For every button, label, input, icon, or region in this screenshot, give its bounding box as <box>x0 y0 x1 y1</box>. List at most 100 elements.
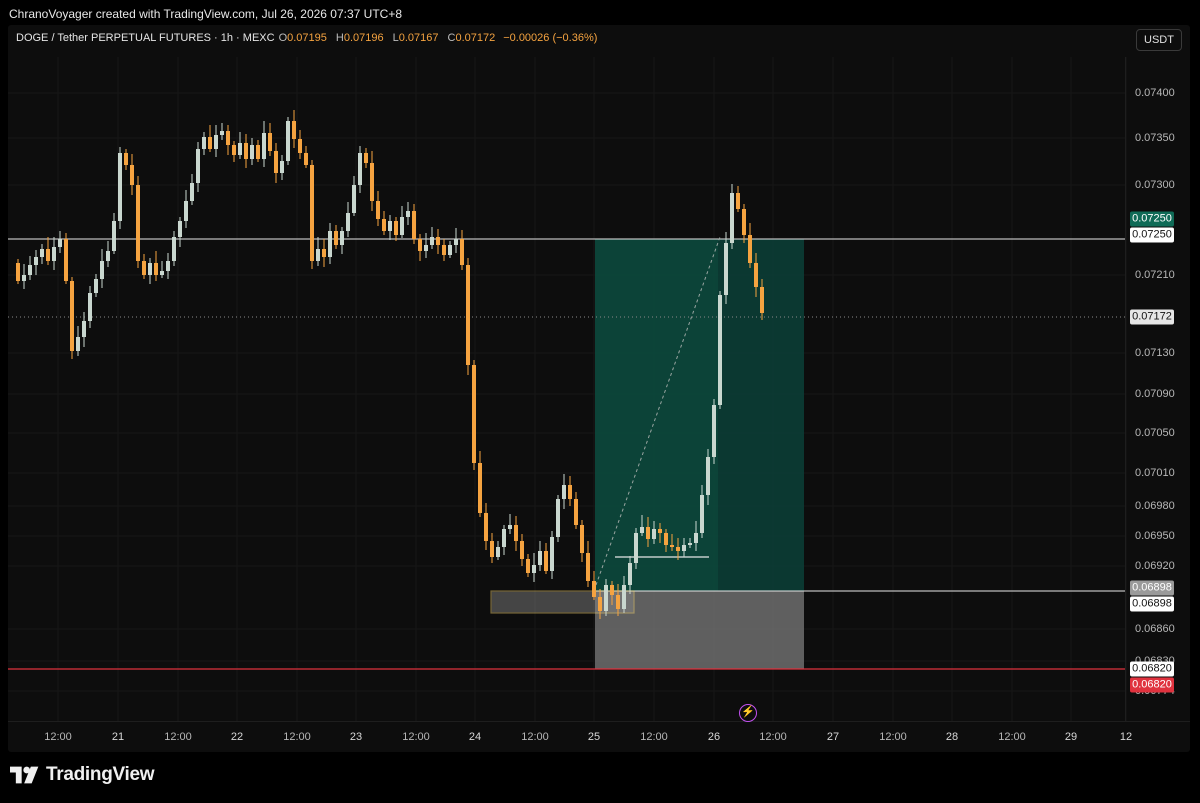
brand-name: TradingView <box>46 764 155 785</box>
candle-body <box>634 533 638 563</box>
lightning-icon[interactable]: ⚡ <box>739 704 757 722</box>
candle-body <box>730 193 734 243</box>
candle-body <box>748 235 752 263</box>
candle-body <box>100 261 104 279</box>
open-label: O <box>278 32 288 44</box>
candle-body <box>154 263 158 275</box>
candle-body <box>172 237 176 261</box>
time-tick-label: 26 <box>707 731 721 743</box>
price-plot[interactable] <box>8 25 1190 752</box>
low-value: 0.07167 <box>398 32 439 44</box>
candle-body <box>238 143 242 155</box>
candle-body <box>346 213 350 231</box>
candle-body <box>190 183 194 201</box>
entry-line-label: 0.06898 <box>1130 596 1174 612</box>
price-tick-label: 0.07300 <box>1135 179 1175 191</box>
time-scale-divider <box>8 721 1190 722</box>
candle-body <box>292 121 296 139</box>
candle-body <box>700 495 704 533</box>
change-value: −0.00026 (−0.36%) <box>503 32 598 44</box>
candle-body <box>118 153 122 221</box>
candle-body <box>124 153 128 165</box>
candle-body <box>400 217 404 235</box>
candle-body <box>250 145 254 159</box>
symbol-legend: DOGE / Tether PERPETUAL FUTURES · 1h · M… <box>16 32 597 44</box>
time-tick-label: 25 <box>587 731 601 743</box>
price-tick-label: 0.06860 <box>1135 623 1175 635</box>
candle-body <box>568 485 572 499</box>
price-tick-label: 0.07210 <box>1135 269 1175 281</box>
time-tick-label: 12:00 <box>521 731 549 743</box>
candle-body <box>532 565 536 573</box>
candle-body <box>160 271 164 275</box>
candle-body <box>16 263 20 281</box>
candle-body <box>664 533 668 545</box>
time-tick-label: 24 <box>468 731 482 743</box>
time-tick-label: 22 <box>230 731 244 743</box>
high-label: H <box>335 32 344 44</box>
candle-body <box>490 541 494 557</box>
candle-body <box>544 551 548 571</box>
candle-body <box>262 133 266 159</box>
candle-body <box>352 185 356 213</box>
candle-body <box>220 131 224 135</box>
candle-body <box>304 153 308 165</box>
candle-body <box>514 525 518 541</box>
last-price-label: 0.07172 <box>1130 309 1174 325</box>
time-tick-label: 12:00 <box>402 731 430 743</box>
candle-body <box>358 153 362 185</box>
candle-body <box>646 527 650 539</box>
candle-body <box>760 287 764 313</box>
candle-body <box>166 261 170 271</box>
candle-body <box>628 563 632 585</box>
candle-body <box>58 239 62 247</box>
candle-body <box>370 163 374 201</box>
high-value: 0.07196 <box>343 32 384 44</box>
candle-body <box>412 211 416 239</box>
candle-body <box>436 237 440 245</box>
time-tick-label: 27 <box>826 731 840 743</box>
chart-window: ChranoVoyager created with TradingView.c… <box>0 0 1200 803</box>
target-price-label: 0.07250 <box>1130 211 1174 227</box>
symbol-name: DOGE / Tether PERPETUAL FUTURES · 1h · M… <box>16 32 275 44</box>
candle-body <box>64 239 68 281</box>
candle-body <box>274 151 278 173</box>
candle-body <box>694 533 698 543</box>
candle-body <box>460 239 464 265</box>
candle-body <box>640 527 644 533</box>
candle-body <box>202 137 206 149</box>
candle-body <box>406 211 410 217</box>
time-tick-label: 12:00 <box>44 731 72 743</box>
candle-body <box>208 137 212 149</box>
candle-body <box>724 243 728 295</box>
candle-body <box>214 135 218 149</box>
candle-body <box>484 513 488 541</box>
time-tick-label: 23 <box>349 731 363 743</box>
candle-body <box>610 585 614 595</box>
candle-body <box>586 553 590 581</box>
candle-body <box>754 263 758 287</box>
time-tick-label: 12:00 <box>879 731 907 743</box>
close-label: C <box>447 32 456 44</box>
candle-body <box>580 525 584 553</box>
candle-body <box>148 263 152 275</box>
candle-body <box>94 279 98 293</box>
time-tick-label: 12:00 <box>998 731 1026 743</box>
entry-price-label: 0.06898 <box>1130 580 1174 596</box>
candle-body <box>52 247 56 261</box>
candle-body <box>616 595 620 609</box>
candle-body <box>268 133 272 151</box>
stop-price-label: 0.06820 <box>1130 677 1174 693</box>
time-tick-label: 29 <box>1064 731 1078 743</box>
candle-body <box>688 543 692 545</box>
candle-body <box>472 365 476 463</box>
tradingview-brand: TradingView <box>10 764 155 786</box>
price-tick-label: 0.07050 <box>1135 427 1175 439</box>
chart-panel[interactable]: DOGE / Tether PERPETUAL FUTURES · 1h · M… <box>8 25 1190 752</box>
candle-body <box>136 185 140 261</box>
candle-body <box>742 209 746 235</box>
candle-body <box>280 161 284 173</box>
candle-body <box>22 275 26 281</box>
currency-button[interactable]: USDT <box>1136 29 1182 51</box>
candle-body <box>70 281 74 351</box>
